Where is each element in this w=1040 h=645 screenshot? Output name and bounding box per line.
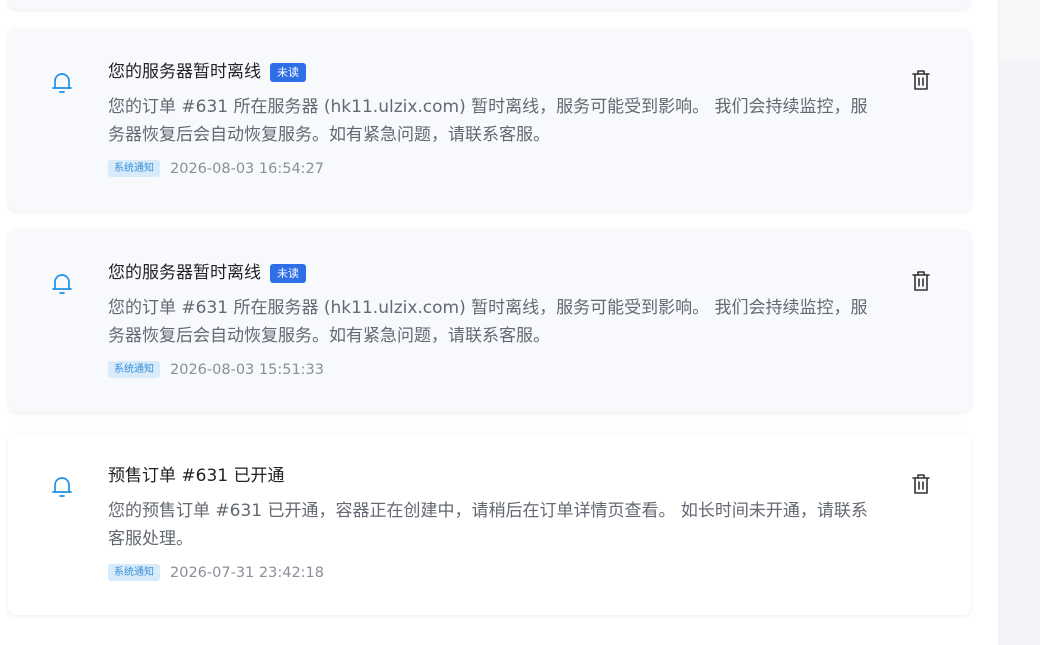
notification-time: 2026-08-03 16:54:27 xyxy=(170,160,324,177)
bell-icon xyxy=(52,73,72,93)
category-tag: 系统通知 xyxy=(108,564,160,581)
notification-title: 您的服务器暂时离线 xyxy=(108,263,261,283)
notification-body: 您的预售订单 #631 已开通，容器正在创建中，请稍后在订单详情页查看。 如长时… xyxy=(108,501,868,549)
right-panel-header xyxy=(999,0,1040,60)
unread-badge: 未读 xyxy=(270,62,306,82)
unread-badge: 未读 xyxy=(270,263,306,283)
bell-icon xyxy=(52,477,72,497)
bell-icon xyxy=(52,274,72,294)
notification-title: 您的服务器暂时离线 xyxy=(108,62,261,82)
category-tag: 系统通知 xyxy=(108,361,160,378)
notification-card[interactable]: 您的服务器暂时离线 未读 您的订单 #631 所在服务器 (hk11.ulzix… xyxy=(8,29,971,211)
notification-card[interactable]: 您的服务器暂时离线 未读 您的订单 #631 所在服务器 (hk11.ulzix… xyxy=(8,230,971,412)
notification-time: 2026-07-31 23:42:18 xyxy=(170,564,324,581)
notification-title: 预售订单 #631 已开通 xyxy=(108,466,285,486)
trash-icon[interactable] xyxy=(912,473,930,495)
notification-list: 您的服务器暂时离线 未读 您的订单 #631 所在服务器 (hk11.ulzix… xyxy=(0,0,998,645)
notification-body: 您的订单 #631 所在服务器 (hk11.ulzix.com) 暂时离线，服务… xyxy=(108,97,868,145)
right-side-panel xyxy=(998,0,1040,645)
notification-body: 您的订单 #631 所在服务器 (hk11.ulzix.com) 暂时离线，服务… xyxy=(108,298,868,346)
notification-card[interactable]: 预售订单 #631 已开通 您的预售订单 #631 已开通，容器正在创建中，请稍… xyxy=(8,433,971,615)
notification-time: 2026-08-03 15:51:33 xyxy=(170,361,324,378)
trash-icon[interactable] xyxy=(912,69,930,91)
category-tag: 系统通知 xyxy=(108,160,160,177)
notification-card-partial xyxy=(8,0,971,9)
trash-icon[interactable] xyxy=(912,270,930,292)
